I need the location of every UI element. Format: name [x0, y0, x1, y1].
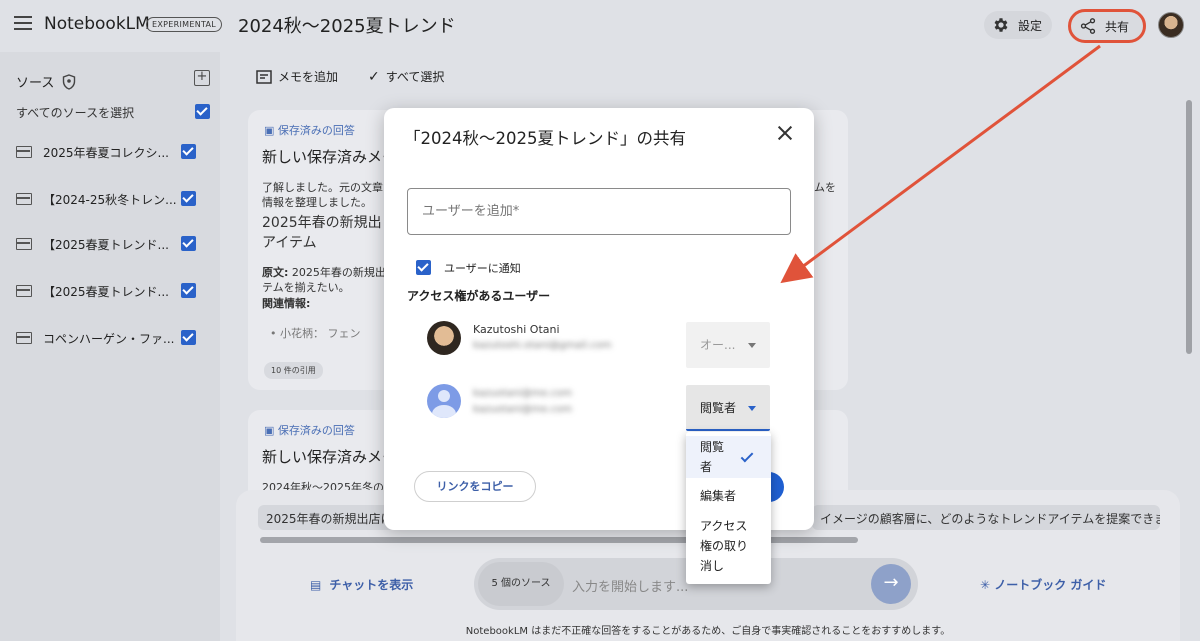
- source-checkbox[interactable]: [181, 191, 196, 206]
- note-body-text: 了解しました。元の文章: [262, 181, 383, 194]
- check-icon: ✓: [368, 68, 380, 85]
- menu-icon[interactable]: [14, 16, 32, 30]
- select-all-notes-label: すべて選択: [385, 70, 445, 84]
- show-chat-label: チャットを表示: [329, 578, 414, 592]
- chevron-down-icon: [748, 343, 756, 348]
- select-all-sources-label: すべてのソースを選択: [16, 106, 135, 120]
- owner-role-select: オー...: [686, 322, 770, 368]
- document-icon: [16, 285, 32, 297]
- notify-users-label: ユーザーに通知: [444, 262, 521, 275]
- select-all-sources-checkbox[interactable]: [195, 104, 210, 119]
- role-menu: 閲覧 者 編集者 アクセス 権の取り 消し: [686, 432, 771, 584]
- add-note-button[interactable]: メモを追加: [256, 68, 338, 85]
- gear-icon: [994, 18, 1008, 32]
- add-note-label: メモを追加: [278, 70, 339, 84]
- top-bar: NotebookLM EXPERIMENTAL 2024秋〜2025夏トレンド …: [0, 0, 1200, 52]
- close-icon[interactable]: [776, 124, 794, 142]
- chevron-down-icon: [748, 406, 756, 411]
- note-body-text: 情報を整理しました。: [262, 196, 372, 209]
- user-avatar: [427, 384, 461, 418]
- sources-heading: ソース: [16, 72, 76, 91]
- experimental-badge: EXPERIMENTAL: [146, 17, 223, 32]
- source-item[interactable]: コペンハーゲン・ファ...: [0, 324, 220, 354]
- citations-badge[interactable]: 10 件の引用: [264, 362, 323, 379]
- source-checkbox[interactable]: [181, 330, 196, 345]
- show-chat-button[interactable]: ▤ チャットを表示: [310, 576, 413, 593]
- settings-label: 設定: [1018, 18, 1043, 33]
- send-button[interactable]: →: [871, 564, 911, 604]
- check-icon: [740, 449, 754, 463]
- owner-role-label: オー...: [700, 338, 736, 352]
- user-email: kazutoshi.otani@gmail.com: [473, 340, 612, 351]
- notebook-guide-label: ノートブック ガイド: [994, 578, 1107, 592]
- document-icon: [16, 332, 32, 344]
- menu-item-label: アクセス 権の取り 消し: [700, 519, 749, 573]
- chat-icon: ▤: [310, 577, 322, 592]
- disclaimer: NotebookLM はまだ不正確な回答をすることがあるため、ご自身で事実確認さ…: [465, 626, 951, 637]
- source-item-label: 2025年春夏コレクシ...: [43, 146, 169, 160]
- notebook-guide-button[interactable]: ✳ ノートブック ガイド: [980, 576, 1106, 593]
- user-avatar: [427, 321, 461, 355]
- menu-item-label: 編集者: [700, 489, 737, 503]
- note-heading: アイテム: [262, 235, 317, 251]
- source-item-label: 【2025春夏トレンド...: [43, 238, 169, 252]
- source-item[interactable]: 【2025春夏トレンド...: [0, 277, 220, 307]
- app-name: NotebookLM: [44, 14, 150, 34]
- sources-heading-label: ソース: [16, 76, 55, 91]
- note-original-cont: テムを揃えたい。: [262, 281, 350, 294]
- sources-sidebar: ソース + すべてのソースを選択 2025年春夏コレクシ... 【2024-25…: [0, 52, 220, 641]
- note-body-text: ムを: [814, 181, 836, 194]
- share-icon: [1080, 18, 1096, 34]
- select-all-notes-button[interactable]: ✓ すべて選択: [368, 68, 444, 85]
- dialog-title: 「2024秋〜2025夏トレンド」の共有: [404, 129, 686, 148]
- note-bullet: • 小花柄： フェン: [270, 327, 361, 340]
- source-checkbox[interactable]: [181, 236, 196, 251]
- source-item-label: 【2024-25秋冬トレン...: [43, 193, 177, 207]
- source-item[interactable]: 【2024-25秋冬トレン...: [0, 185, 220, 215]
- source-count-chip[interactable]: 5 個のソース: [478, 562, 564, 606]
- menu-item-editor[interactable]: 編集者: [686, 486, 771, 506]
- copy-link-button[interactable]: リンクをコピー: [414, 471, 536, 502]
- suggestion-chip[interactable]: イメージの顧客層に、どのようなトレンドアイテムを提案できます: [812, 505, 1160, 530]
- chat-input[interactable]: 入力を開始します...: [572, 576, 688, 595]
- menu-item-viewer[interactable]: 閲覧 者: [686, 436, 771, 478]
- share-label: 共有: [1105, 19, 1130, 34]
- menu-item-revoke-access[interactable]: アクセス 権の取り 消し: [686, 516, 771, 576]
- source-item[interactable]: 2025年春夏コレクシ...: [0, 138, 220, 168]
- user-name: Kazutoshi Otani: [473, 323, 560, 336]
- sparkle-icon: ✳: [980, 578, 991, 592]
- user-email: kazuotani@me.com: [473, 404, 573, 415]
- viewer-role-select[interactable]: 閲覧者: [686, 385, 770, 431]
- document-icon: [16, 238, 32, 250]
- note-label: ▣ 保存済みの回答: [264, 124, 355, 137]
- notify-users-checkbox[interactable]: [416, 260, 431, 275]
- source-item-label: 【2025春夏トレンド...: [43, 285, 169, 299]
- account-avatar[interactable]: [1158, 12, 1184, 38]
- note-icon: [256, 69, 272, 84]
- shield-icon: [63, 73, 76, 90]
- viewer-role-label: 閲覧者: [700, 401, 737, 415]
- note-related: 関連情報:: [262, 297, 311, 310]
- source-item-label: コペンハーゲン・ファ...: [43, 332, 175, 346]
- arrow-right-icon: →: [883, 572, 899, 593]
- note-title: 新しい保存済みメモ: [262, 148, 398, 166]
- main-scrollbar[interactable]: [1186, 100, 1192, 354]
- note-label: ▣ 保存済みの回答: [264, 424, 355, 437]
- add-user-input[interactable]: [407, 188, 791, 235]
- settings-button[interactable]: 設定: [984, 11, 1052, 39]
- share-button[interactable]: 共有: [1068, 9, 1146, 43]
- note-original: 原文: 2025年春の新規出: [262, 266, 386, 279]
- note-title: 新しい保存済みメモ: [262, 448, 398, 466]
- menu-item-label: 閲覧 者: [700, 440, 725, 474]
- add-source-button[interactable]: +: [194, 70, 210, 86]
- user-name: kazuotani@me.com: [473, 388, 573, 399]
- notebook-title[interactable]: 2024秋〜2025夏トレンド: [238, 12, 456, 38]
- source-item[interactable]: 【2025春夏トレンド...: [0, 230, 220, 260]
- note-heading: 2025年春の新規出: [262, 215, 382, 231]
- source-checkbox[interactable]: [181, 283, 196, 298]
- access-heading: アクセス権があるユーザー: [407, 289, 551, 303]
- source-checkbox[interactable]: [181, 144, 196, 159]
- document-icon: [16, 146, 32, 158]
- document-icon: [16, 193, 32, 205]
